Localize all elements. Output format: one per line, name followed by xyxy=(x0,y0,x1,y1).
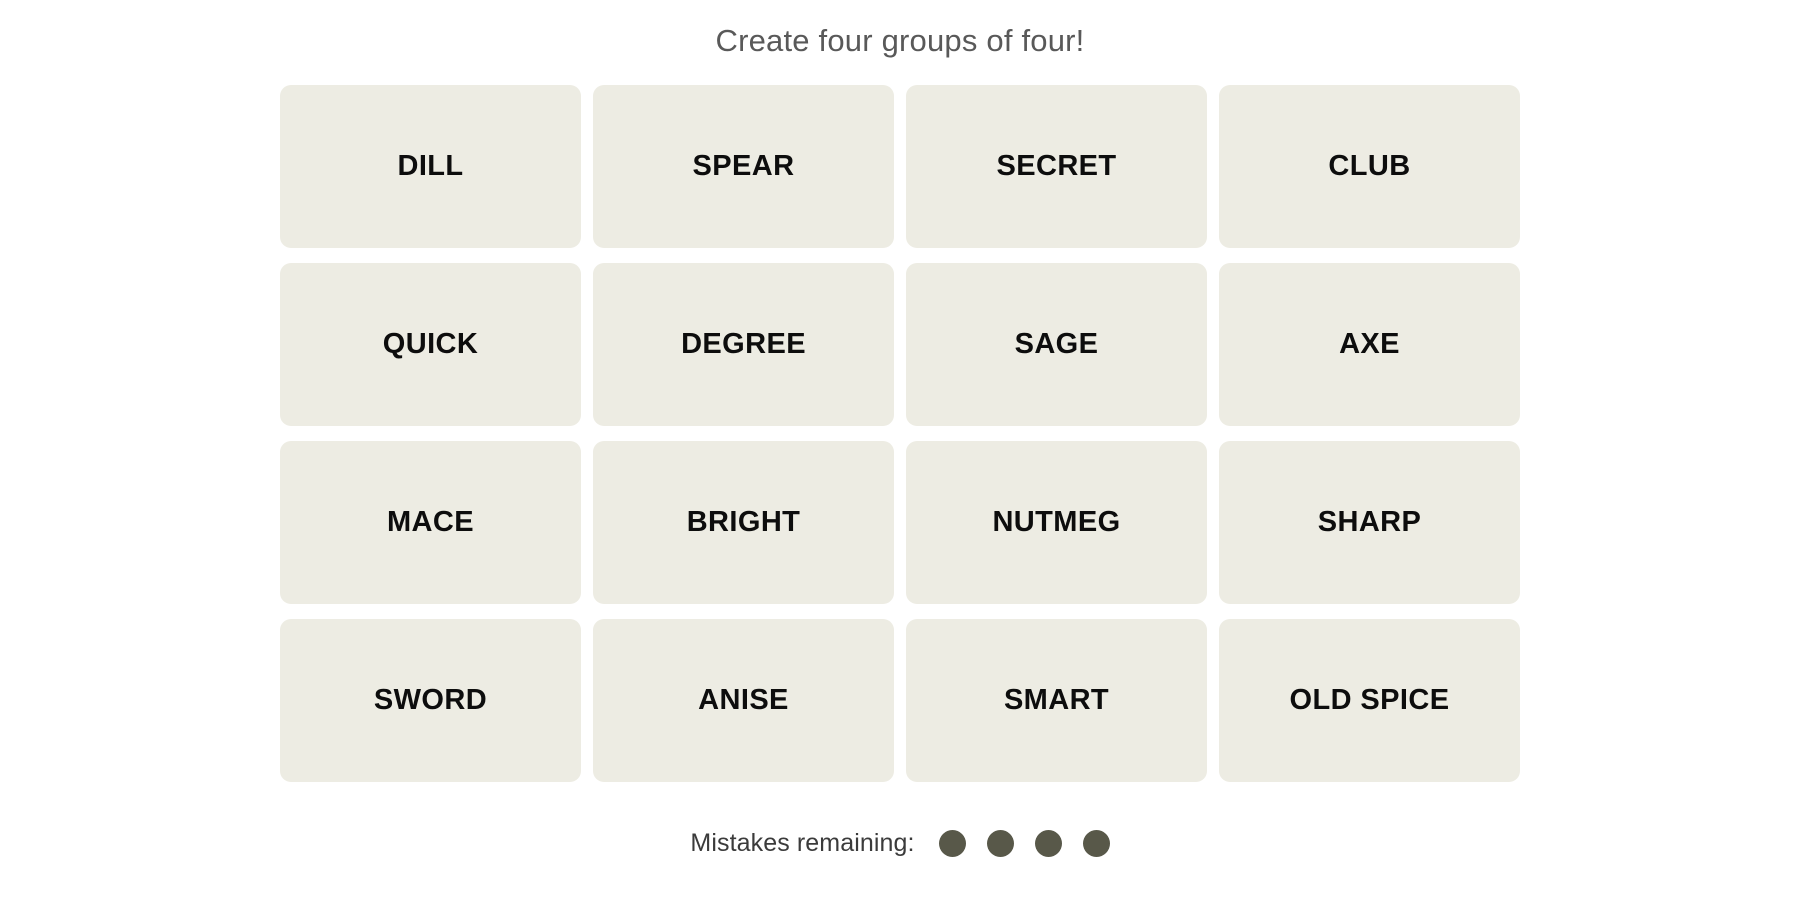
word-tile-label: SMART xyxy=(1003,684,1110,717)
word-tile[interactable]: MACE xyxy=(280,441,581,605)
connections-game-page: Create four groups of four! DILL SPEAR S… xyxy=(0,0,1800,900)
page-title: Create four groups of four! xyxy=(715,23,1085,58)
word-tile-label: OLD SPICE xyxy=(1289,684,1450,717)
word-tile-label: SHARP xyxy=(1317,506,1422,539)
mistake-dot xyxy=(1082,830,1110,858)
word-tile[interactable]: SHARP xyxy=(1219,441,1520,605)
word-tile-label: MACE xyxy=(387,506,474,539)
word-tile[interactable]: AXE xyxy=(1219,263,1520,427)
word-tile-label: SAGE xyxy=(1014,328,1099,361)
word-tile-label: BRIGHT xyxy=(686,506,801,539)
word-tile[interactable]: BRIGHT xyxy=(593,441,894,605)
mistake-dot xyxy=(986,830,1014,858)
word-tile[interactable]: DILL xyxy=(280,85,581,249)
mistakes-dot-group xyxy=(938,830,1110,858)
word-tile[interactable]: CLUB xyxy=(1219,85,1520,249)
mistake-dot xyxy=(938,830,966,858)
word-tile[interactable]: ANISE xyxy=(593,619,894,783)
word-tile[interactable]: OLD SPICE xyxy=(1219,619,1520,783)
word-tile[interactable]: SPEAR xyxy=(593,85,894,249)
mistakes-remaining-row: Mistakes remaining: xyxy=(690,829,1110,858)
word-tile-label: NUTMEG xyxy=(992,506,1121,539)
word-tile-label: SWORD xyxy=(373,684,488,717)
mistake-dot xyxy=(1034,830,1062,858)
word-tile[interactable]: SMART xyxy=(906,619,1207,783)
word-tile-label: AXE xyxy=(1339,328,1400,361)
word-tile[interactable]: SWORD xyxy=(280,619,581,783)
word-tile-label: DILL xyxy=(397,150,464,183)
word-tile[interactable]: NUTMEG xyxy=(906,441,1207,605)
word-tile-label: QUICK xyxy=(382,328,479,361)
word-tile-label: ANISE xyxy=(698,684,789,717)
word-tile-label: CLUB xyxy=(1328,150,1411,183)
word-tile[interactable]: SAGE xyxy=(906,263,1207,427)
mistakes-remaining-label: Mistakes remaining: xyxy=(690,829,915,858)
puzzle-grid: DILL SPEAR SECRET CLUB QUICK DEGREE SAGE… xyxy=(280,85,1520,783)
word-tile-label: SPEAR xyxy=(692,150,795,183)
word-tile-label: DEGREE xyxy=(681,328,806,361)
word-tile-label: SECRET xyxy=(996,150,1117,183)
word-tile[interactable]: DEGREE xyxy=(593,263,894,427)
word-tile[interactable]: SECRET xyxy=(906,85,1207,249)
word-tile[interactable]: QUICK xyxy=(280,263,581,427)
